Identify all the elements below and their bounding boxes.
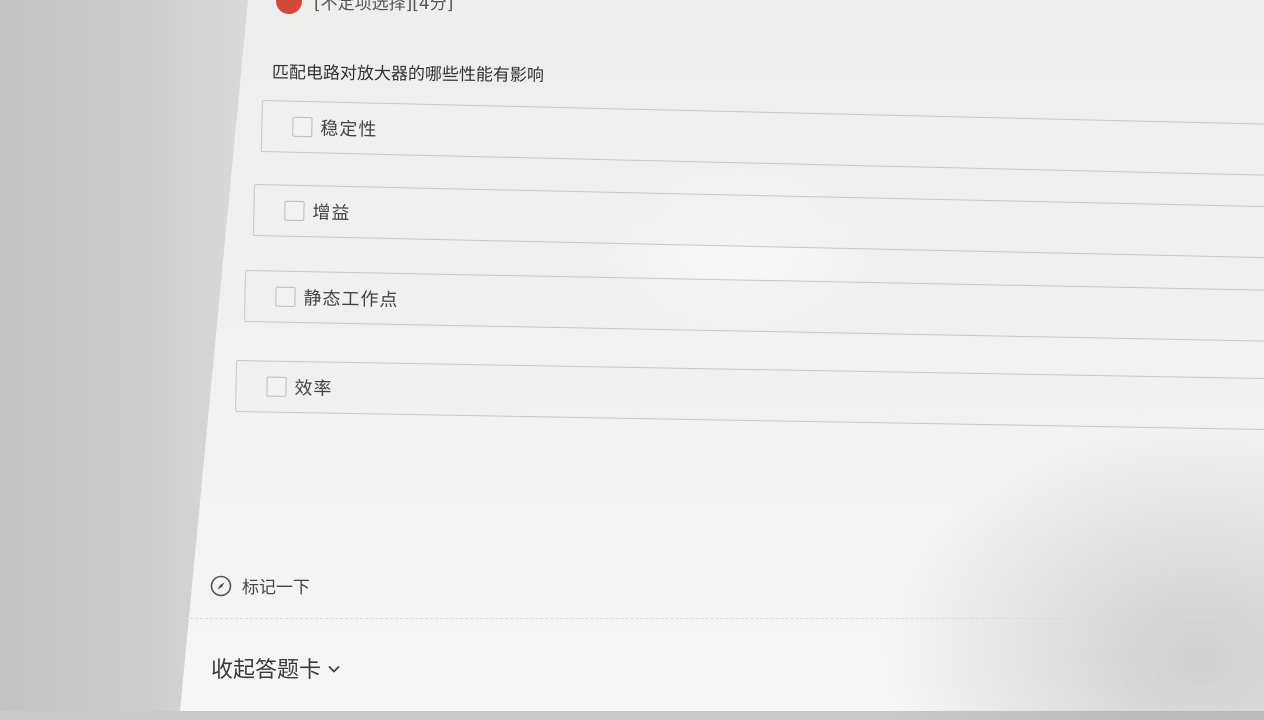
question-text: 匹配电路对放大器的哪些性能有影响 bbox=[271, 63, 545, 86]
compass-icon bbox=[210, 575, 232, 597]
collapse-answer-card-button[interactable]: 收起答题卡 bbox=[211, 652, 341, 684]
option-checkbox[interactable] bbox=[292, 116, 313, 138]
option-label: 增益 bbox=[312, 202, 351, 225]
chevron-down-icon bbox=[327, 661, 341, 675]
option-label: 静态工作点 bbox=[303, 288, 399, 311]
question-number-badge bbox=[276, 0, 302, 14]
option-checkbox[interactable] bbox=[266, 376, 287, 397]
mark-question-button[interactable]: 标记一下 bbox=[210, 573, 310, 598]
footer-divider bbox=[185, 618, 1264, 619]
option-checkbox[interactable] bbox=[275, 286, 296, 307]
question-type-label: [不定项选择][4分] bbox=[314, 0, 454, 14]
option-label: 效率 bbox=[294, 378, 333, 400]
option-checkbox[interactable] bbox=[284, 200, 305, 222]
question-header: [不定项选择][4分] bbox=[276, 0, 453, 14]
mark-question-label: 标记一下 bbox=[242, 578, 310, 598]
option-label: 稳定性 bbox=[320, 118, 378, 141]
collapse-answer-card-label: 收起答题卡 bbox=[211, 658, 322, 683]
